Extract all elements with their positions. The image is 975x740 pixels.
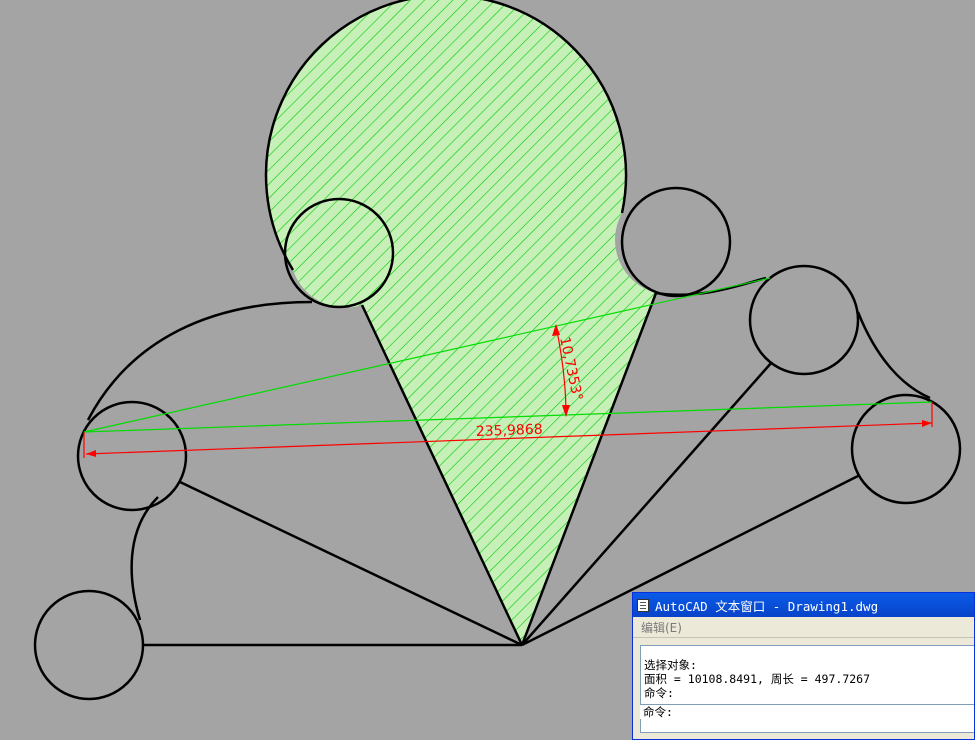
circle-upper-right	[620, 186, 732, 298]
text-window-icon	[637, 598, 649, 612]
circle-bottom-left	[33, 589, 145, 701]
command-input[interactable]: 命令:	[640, 704, 974, 719]
history-line: 选择对象:	[644, 658, 697, 672]
command-prompt: 命令:	[643, 705, 673, 719]
history-line: 面积 = 10108.8491, 周长 = 497.7267	[644, 672, 871, 686]
circle-right	[748, 264, 860, 376]
circle-far-right	[850, 393, 962, 505]
right-connect-arc-2	[856, 311, 931, 400]
text-window-title: AutoCAD 文本窗口 - Drawing1.dwg	[655, 598, 879, 614]
history-line: 命令:	[644, 686, 674, 700]
right-connect-arc-1	[655, 276, 767, 297]
text-window-menubar: 编辑(E)	[633, 617, 974, 638]
text-window-titlebar[interactable]: AutoCAD 文本窗口 - Drawing1.dwg	[633, 593, 974, 617]
dimension-arrow-left	[86, 450, 96, 457]
dimension-arrow-right	[922, 420, 932, 427]
dimension-length-text: 235,9868	[476, 422, 543, 440]
hatch-region	[266, 0, 656, 645]
lower-left-arc	[130, 496, 159, 621]
autocad-text-window[interactable]: AutoCAD 文本窗口 - Drawing1.dwg 编辑(E) 选择对象: 面…	[632, 592, 975, 740]
text-window-history[interactable]: 选择对象: 面积 = 10108.8491, 周长 = 497.7267 命令:	[640, 645, 974, 733]
menu-edit[interactable]: 编辑(E)	[641, 619, 682, 636]
